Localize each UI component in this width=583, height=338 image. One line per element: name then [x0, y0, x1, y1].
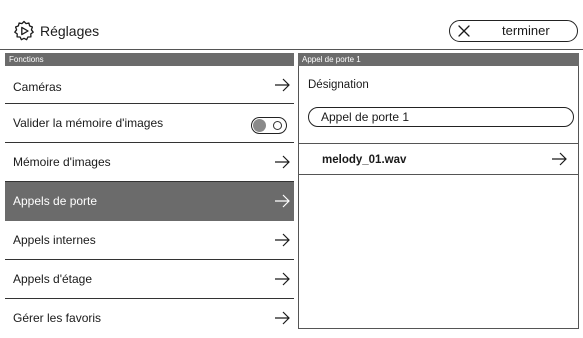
menu-item-cameras[interactable]: Caméras	[5, 66, 294, 104]
menu-item-label: Caméras	[13, 80, 62, 94]
door-call-detail-panel: Appel de porte 1 Désignation melody_01.w…	[298, 53, 579, 329]
arrow-right-icon	[274, 155, 290, 169]
arrow-right-icon	[274, 311, 290, 325]
arrow-right-icon	[274, 272, 290, 286]
arrow-right-icon	[551, 152, 567, 166]
done-button-label: terminer	[502, 23, 550, 38]
menu-item-manage-favorites[interactable]: Gérer les favoris	[5, 299, 294, 338]
menu-item-door-calls[interactable]: Appels de porte	[5, 182, 294, 221]
arrow-right-icon	[274, 78, 290, 92]
menu-item-label: Gérer les favoris	[13, 311, 102, 325]
arrow-right-icon	[274, 233, 290, 247]
close-icon	[457, 24, 471, 38]
menu-item-label: Appels de porte	[13, 194, 98, 208]
ringtone-label: melody_01.wav	[322, 154, 407, 166]
toggle-off-indicator	[273, 121, 282, 130]
ringtone-row[interactable]: melody_01.wav	[299, 144, 578, 175]
menu-item-label: Appels d'étage	[13, 272, 93, 286]
page-title: Réglages	[40, 23, 100, 39]
functions-panel: Fonctions Caméras Valider la mémoire d'i…	[5, 53, 294, 338]
gear-play-icon	[13, 20, 35, 42]
header-bar: Réglages terminer	[0, 0, 583, 50]
done-button[interactable]: terminer	[449, 20, 578, 42]
detail-section-header: Appel de porte 1	[298, 53, 579, 66]
image-memory-toggle[interactable]	[251, 117, 287, 134]
menu-item-label: Mémoire d'images	[13, 155, 111, 169]
menu-item-label: Appels internes	[13, 233, 96, 247]
settings-screen: Réglages terminer Fonctions Caméras Vali…	[0, 0, 583, 338]
toggle-knob	[253, 119, 266, 132]
menu-item-validate-image-memory: Valider la mémoire d'images	[5, 104, 294, 143]
functions-section-header: Fonctions	[5, 53, 294, 66]
arrow-right-icon	[274, 194, 290, 208]
menu-item-image-memory[interactable]: Mémoire d'images	[5, 143, 294, 182]
menu-item-internal-calls[interactable]: Appels internes	[5, 221, 294, 260]
menu-item-label: Valider la mémoire d'images	[13, 116, 164, 130]
designation-label: Désignation	[308, 79, 369, 91]
designation-input[interactable]	[308, 107, 574, 127]
menu-item-floor-calls[interactable]: Appels d'étage	[5, 260, 294, 299]
